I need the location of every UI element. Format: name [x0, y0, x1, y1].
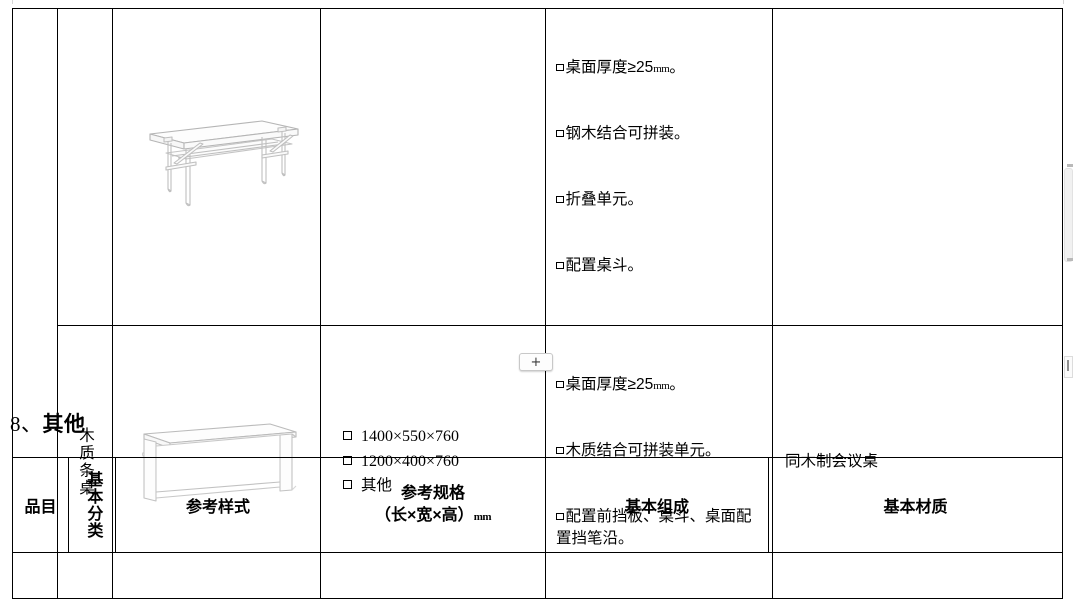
composition-line: 桌面厚度≥25mm。	[556, 57, 766, 79]
header-spec-line2: （长×宽×高）mm	[374, 507, 492, 524]
page-break-marker	[1064, 356, 1073, 378]
table-row: 桌面厚度≥25mm。 钢木结合可拼装。 折叠单元。 配置桌斗。	[12, 8, 1063, 599]
insert-row-button[interactable]: +	[519, 353, 553, 371]
checkbox-icon[interactable]	[556, 446, 564, 454]
composition-text-row1: 桌面厚度≥25mm。 钢木结合可拼装。 折叠单元。 配置桌斗。	[546, 9, 772, 325]
scroll-mark-bottom	[1067, 258, 1073, 261]
page-edge-marker	[12, 0, 1064, 4]
specification-table-other: 品目 基本分类 参考样式 参考规格 （长×宽×高）mm 基本组成 基本材质	[12, 457, 1063, 553]
folding-steel-wood-table-icon	[148, 120, 299, 207]
header-label-vertical: 基本分类	[84, 471, 102, 539]
composition-line: 折叠单元。	[556, 189, 766, 211]
category-cell-row1	[57, 8, 113, 326]
checkbox-icon[interactable]	[556, 195, 564, 203]
table-header-row: 品目 基本分类 参考样式 参考规格 （长×宽×高）mm 基本组成 基本材质	[12, 457, 1063, 553]
spec-cell-row1	[320, 8, 546, 326]
scroll-mark-top	[1067, 164, 1073, 167]
section-number: 8、	[10, 412, 43, 436]
section-title: 其他	[42, 413, 86, 436]
composition-line: 配置桌斗。	[556, 255, 766, 277]
section-heading: 8、其他	[10, 408, 86, 438]
material-cell-row1	[772, 8, 1063, 326]
header-cell-composition: 基本组成	[545, 457, 769, 553]
checkbox-icon[interactable]	[556, 380, 564, 388]
header-cell-material: 基本材质	[768, 457, 1063, 553]
header-cell-item: 品目	[12, 457, 69, 553]
vertical-scrollbar[interactable]	[1064, 0, 1074, 562]
illustration-cell-folding-table	[112, 8, 321, 326]
spec-option: 1400×550×760	[343, 425, 539, 450]
checkbox-icon[interactable]	[556, 63, 564, 71]
header-cell-style: 参考样式	[115, 457, 321, 553]
plus-icon: +	[530, 354, 542, 370]
header-spec-multiline: 参考规格 （长×宽×高）mm	[321, 483, 545, 526]
scrollbar-thumb[interactable]	[1064, 168, 1073, 262]
composition-cell-row1: 桌面厚度≥25mm。 钢木结合可拼装。 折叠单元。 配置桌斗。	[545, 8, 773, 326]
composition-line: 钢木结合可拼装。	[556, 123, 766, 145]
header-cell-category: 基本分类	[68, 457, 116, 553]
header-cell-spec: 参考规格 （长×宽×高）mm	[320, 457, 546, 553]
checkbox-icon[interactable]	[556, 129, 564, 137]
composition-line: 桌面厚度≥25mm。	[556, 374, 766, 396]
checkbox-icon[interactable]	[556, 261, 564, 269]
header-spec-line1: 参考规格	[400, 485, 465, 503]
checkbox-icon[interactable]	[343, 430, 352, 440]
